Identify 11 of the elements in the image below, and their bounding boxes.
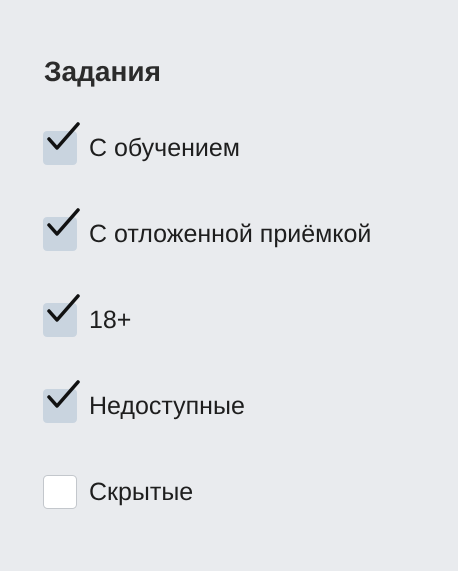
checkbox-label[interactable]: Скрытые — [89, 475, 194, 509]
checkbox[interactable] — [43, 475, 77, 509]
checkbox[interactable] — [43, 380, 81, 423]
section-title: Задания — [44, 55, 162, 89]
checkbox[interactable] — [43, 208, 81, 251]
checkbox[interactable] — [43, 294, 81, 337]
checkbox-label[interactable]: Недоступные — [89, 389, 245, 423]
checkbox-label[interactable]: 18+ — [89, 303, 132, 337]
checkbox[interactable] — [43, 122, 81, 165]
checkbox-label[interactable]: С обучением — [89, 131, 240, 165]
checkbox-label[interactable]: С отложенной приёмкой — [89, 217, 372, 251]
